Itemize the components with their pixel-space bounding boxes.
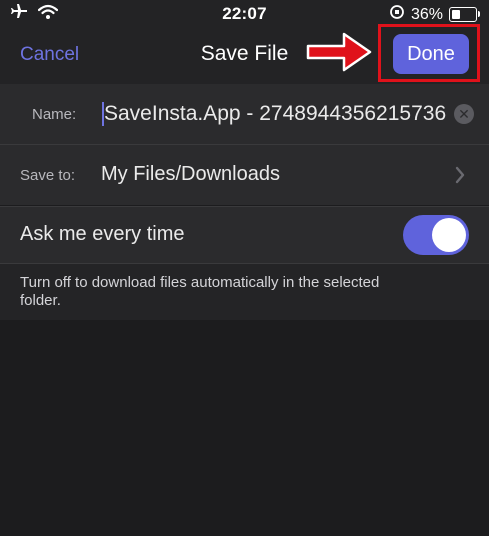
- battery-icon: [449, 7, 480, 22]
- footer-row: Turn off to download files automatically…: [0, 264, 489, 320]
- ask-label: Ask me every time: [20, 223, 185, 245]
- orientation-lock-icon: [389, 4, 405, 25]
- clear-icon[interactable]: ✕: [454, 104, 474, 124]
- done-button[interactable]: Done: [393, 34, 469, 74]
- empty-area: [0, 320, 489, 536]
- ask-toggle[interactable]: [403, 215, 469, 255]
- battery-percent: 36%: [410, 5, 443, 23]
- footer-hint: Turn off to download files automatically…: [20, 274, 380, 309]
- name-label: Name:: [32, 106, 77, 123]
- arrow-right-icon: [306, 30, 374, 79]
- ask-row: Ask me every time: [0, 207, 489, 263]
- battery-fill: [452, 10, 460, 19]
- save-to-value: My Files/Downloads: [101, 163, 280, 185]
- save-to-label: Save to:: [20, 167, 76, 184]
- navigation-bar: Cancel Save File Done: [0, 24, 489, 84]
- chevron-right-icon: [454, 165, 466, 190]
- save-to-row[interactable]: Save to: My Files/Downloads: [0, 145, 489, 205]
- toggle-knob: [432, 218, 466, 252]
- name-row: Name: SaveInsta.App - 2748944356215736 ✕: [0, 84, 489, 144]
- status-right: 36%: [389, 4, 480, 25]
- name-field[interactable]: SaveInsta.App - 2748944356215736: [104, 102, 449, 126]
